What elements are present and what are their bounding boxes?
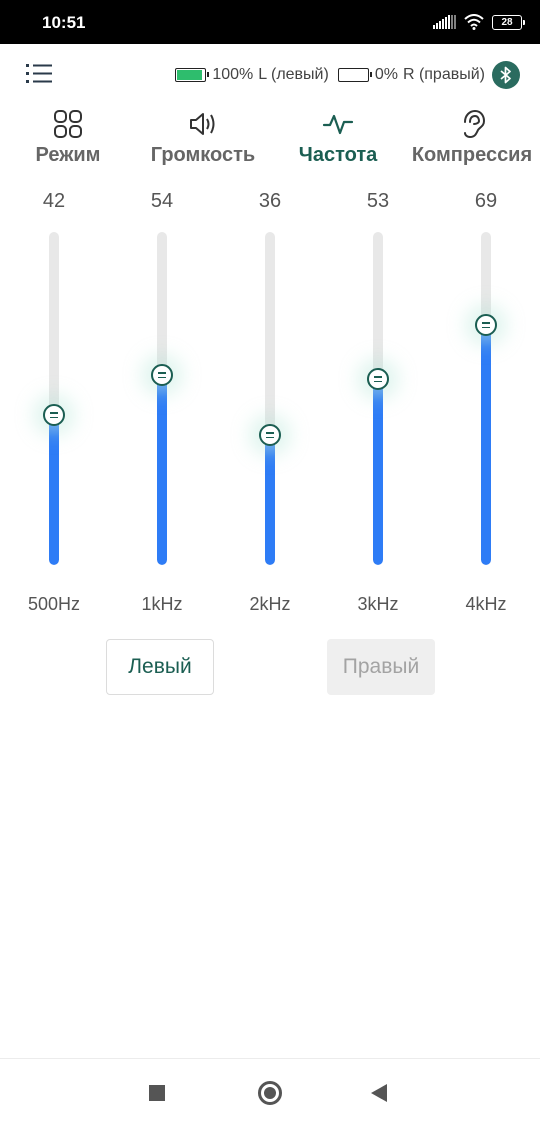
band-value: 53: [366, 190, 390, 212]
band-frequency-label: 4kHz: [465, 594, 507, 614]
signal-icon: [433, 15, 456, 29]
grid-icon: [54, 110, 82, 138]
slider-thumb[interactable]: [259, 424, 281, 446]
home-circle-icon[interactable]: [258, 1081, 282, 1105]
band-slider-500hz: 42 500Hz: [14, 184, 94, 624]
band-slider-2khz: 36 2kHz: [230, 184, 310, 624]
band-value: 36: [258, 190, 282, 212]
slider-track[interactable]: [481, 232, 491, 565]
right-ear-button[interactable]: Правый: [327, 639, 435, 695]
navigation-bar: [0, 1058, 540, 1124]
status-icons: 28: [433, 12, 525, 32]
slider-fill: [481, 325, 491, 565]
tab-mode-label: Режим: [35, 144, 101, 166]
left-battery-percent: 100%: [212, 66, 254, 83]
slider-thumb[interactable]: [367, 368, 389, 390]
slider-fill: [265, 435, 275, 565]
ear-icon: [464, 109, 486, 139]
slider-thumb[interactable]: [475, 314, 497, 336]
tab-frequency[interactable]: Частота: [293, 104, 383, 167]
tab-compression[interactable]: Компрессия: [406, 104, 538, 167]
tab-volume[interactable]: Громкость: [143, 104, 263, 167]
slider-track[interactable]: [265, 232, 275, 565]
wifi-icon: [464, 14, 484, 30]
status-bar: 10:51 28: [0, 0, 540, 44]
slider-thumb[interactable]: [151, 364, 173, 386]
slider-fill: [49, 415, 59, 565]
band-frequency-label: 1kHz: [141, 594, 183, 614]
status-time: 10:51: [42, 13, 86, 32]
band-frequency-label: 2kHz: [249, 594, 291, 614]
slider-thumb[interactable]: [43, 404, 65, 426]
menu-icon[interactable]: [24, 60, 54, 88]
bluetooth-icon[interactable]: [492, 61, 520, 89]
left-ear-button[interactable]: Левый: [106, 639, 214, 695]
band-frequency-label: 3kHz: [357, 594, 399, 614]
right-battery-percent: 0%: [374, 66, 398, 83]
status-battery-level: 28: [501, 16, 513, 28]
band-frequency-label: 500Hz: [27, 594, 81, 614]
band-value: 54: [150, 190, 174, 212]
tab-volume-label: Громкость: [150, 144, 256, 166]
left-battery-label: L (левый): [258, 66, 329, 83]
slider-track[interactable]: [373, 232, 383, 565]
band-value: 42: [42, 190, 66, 212]
tab-bar: Режим Громкость Частота Компрессия: [0, 104, 540, 168]
tab-frequency-label: Частота: [298, 144, 378, 166]
slider-fill: [373, 379, 383, 565]
right-battery-icon: [337, 68, 372, 82]
recents-square-icon[interactable]: [149, 1085, 165, 1101]
speaker-icon: [190, 113, 215, 135]
band-slider-3khz: 53 3kHz: [338, 184, 418, 624]
band-value: 69: [474, 190, 498, 212]
left-battery-icon: [175, 68, 210, 82]
tab-compression-label: Компрессия: [411, 144, 533, 166]
device-battery-status: 100% L (левый) 0% R (правый): [175, 60, 520, 90]
tab-mode[interactable]: Режим: [28, 104, 108, 167]
slider-fill: [157, 375, 167, 565]
pulse-icon: [322, 114, 354, 135]
band-slider-1khz: 54 1kHz: [122, 184, 202, 624]
right-battery-label: R (правый): [402, 66, 485, 83]
status-battery-icon: 28: [492, 14, 525, 30]
back-triangle-icon[interactable]: [371, 1084, 387, 1102]
band-slider-4khz: 69 4kHz: [446, 184, 526, 624]
slider-track[interactable]: [157, 232, 167, 565]
slider-track[interactable]: [49, 232, 59, 565]
